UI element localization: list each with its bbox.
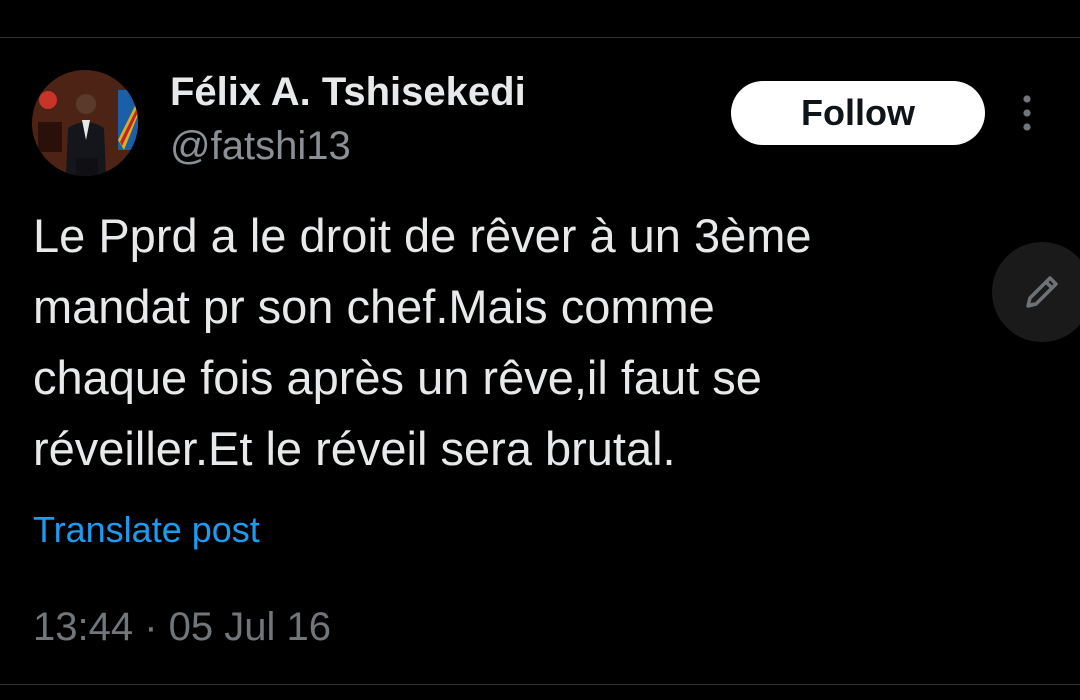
compose-button[interactable] <box>992 242 1080 342</box>
post-timestamp[interactable]: 13:44 · 05 Jul 16 <box>33 603 331 651</box>
follow-button[interactable]: Follow <box>731 81 985 145</box>
pencil-icon <box>1026 276 1058 308</box>
top-divider <box>0 37 1080 38</box>
avatar-image <box>32 70 138 176</box>
avatar[interactable] <box>32 70 138 176</box>
post-text: Le Pprd a le droit de rêver à un 3ème ma… <box>33 209 812 475</box>
more-options-button[interactable] <box>1010 92 1044 134</box>
author-handle[interactable]: @fatshi13 <box>170 124 351 168</box>
author-display-name[interactable]: Félix A. Tshisekedi <box>170 70 526 114</box>
more-vertical-icon <box>1023 95 1031 131</box>
bottom-divider <box>0 684 1080 685</box>
translate-post-link[interactable]: Translate post <box>33 508 260 552</box>
